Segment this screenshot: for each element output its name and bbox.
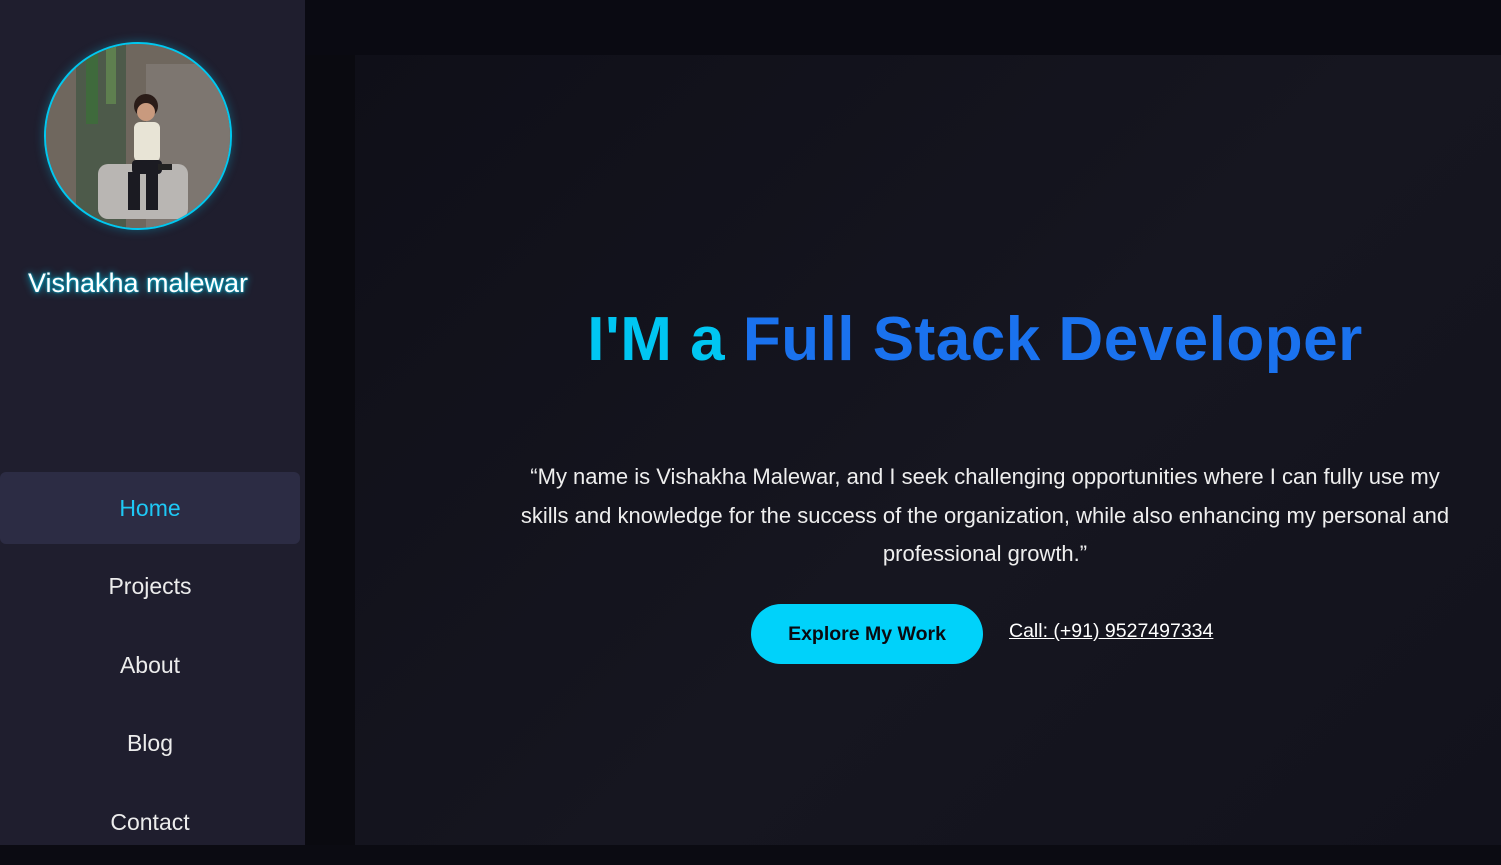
- profile-name: Vishakha malewar: [27, 268, 249, 298]
- content-gutter: [305, 0, 355, 845]
- sidebar: Vishakha malewar Home Projects About Blo…: [0, 0, 305, 845]
- profile-avatar: [44, 42, 232, 230]
- nav-item-blog[interactable]: Blog: [0, 708, 300, 780]
- hero-quote: “My name is Vishakha Malewar, and I seek…: [520, 464, 1450, 566]
- nav-item-home[interactable]: Home: [0, 472, 300, 544]
- headline-highlight: Full Stack Developer: [742, 305, 1363, 374]
- nav-item-projects[interactable]: Projects: [0, 551, 300, 623]
- explore-work-button[interactable]: Explore My Work: [751, 604, 983, 664]
- hero-headline: I'M a Full Stack Developer: [345, 304, 1501, 375]
- hero-section: [355, 55, 1501, 845]
- nav-item-about[interactable]: About: [0, 629, 300, 701]
- nav-item-contact[interactable]: Contact: [0, 786, 300, 858]
- headline-prefix: I'M a: [587, 305, 726, 374]
- call-link[interactable]: Call: (+91) 9527497334: [1009, 620, 1213, 643]
- sidebar-nav: Home Projects About Blog Contact: [0, 472, 300, 865]
- profile-photo: [46, 44, 230, 228]
- top-bar: [305, 0, 1501, 55]
